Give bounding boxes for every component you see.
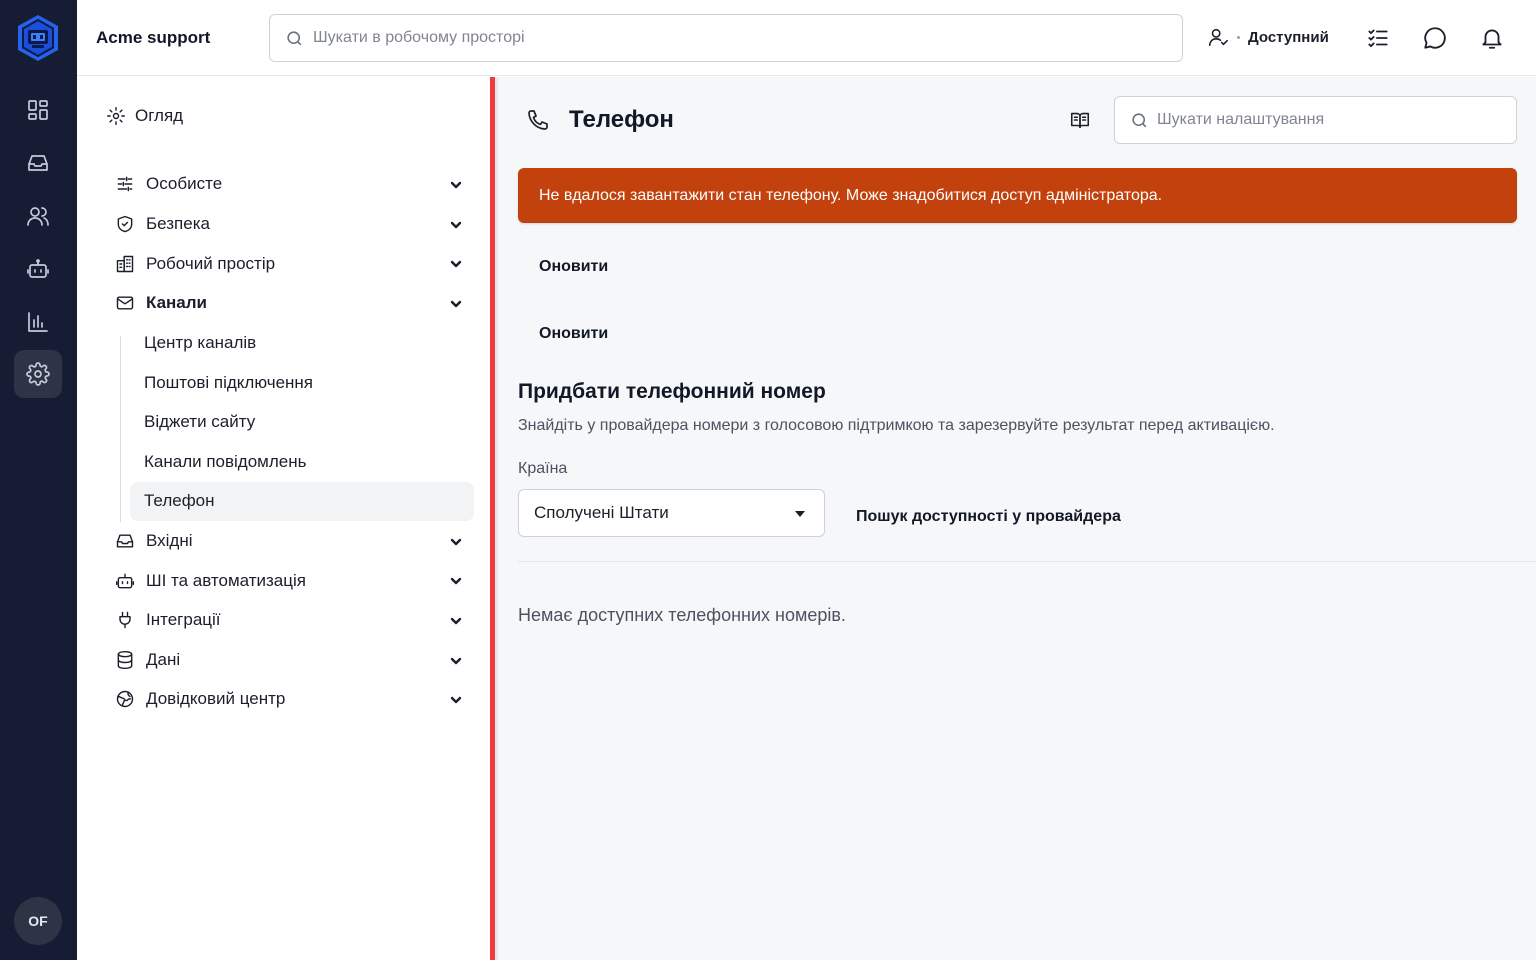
search-icon [287, 31, 302, 46]
nav-group-channels[interactable]: Канали [115, 288, 207, 318]
tasks-button[interactable] [1365, 25, 1391, 51]
docs-button[interactable] [1069, 109, 1091, 131]
nav-group-label: Канали [146, 293, 208, 312]
error-alert-text: Не вдалося завантажити стан телефону. Мо… [539, 186, 1163, 204]
nav-overview[interactable]: Огляд [106, 101, 183, 131]
nav-sub-channel-center[interactable]: Центр каналів [144, 328, 256, 358]
page-title: Телефон [569, 106, 674, 133]
nav-group-personal[interactable]: Особисте [115, 169, 222, 199]
nav-group-ai[interactable]: ШІ та автоматизація [115, 566, 306, 596]
notifications-button[interactable] [1479, 25, 1505, 51]
nav-sub-site-widgets[interactable]: Віджети сайту [144, 407, 255, 437]
nav-group-label: Довідковий центр [146, 689, 286, 708]
section-title: Придбати телефонний номер [518, 380, 826, 403]
country-select[interactable]: Сполучені Штати [518, 489, 825, 537]
nav-group-workspace[interactable]: Робочий простір [115, 249, 275, 279]
sliders-icon [117, 176, 133, 192]
chevron-down-icon[interactable] [449, 257, 463, 271]
nav-group-integrations[interactable]: Інтеграції [115, 605, 221, 635]
section-divider [518, 561, 1536, 562]
analytics-icon [28, 312, 48, 332]
user-icon [1208, 28, 1228, 47]
rail-bot-button[interactable] [14, 245, 62, 293]
nav-group-label: ШІ та автоматизація [146, 571, 306, 590]
nav-group-inboxes[interactable]: Вхідні [115, 526, 193, 556]
section-description: Знайдіть у провайдера номери з голосовою… [518, 417, 1275, 434]
bell-icon [1482, 29, 1502, 49]
nav-group-label: Особисте [146, 174, 223, 193]
building-icon [116, 255, 134, 273]
error-alert: Не вдалося завантажити стан телефону. Мо… [518, 168, 1517, 223]
app-logo-icon[interactable] [16, 14, 60, 62]
workspace-search[interactable] [269, 14, 1183, 62]
country-select-value: Сполучені Штати [534, 503, 669, 522]
mail-icon [116, 296, 134, 310]
caret-down-icon [795, 511, 805, 517]
country-label: Країна [518, 460, 568, 477]
chevron-down-icon[interactable] [449, 178, 463, 192]
nav-group-label: Безпека [146, 214, 210, 233]
gear-icon [106, 106, 126, 126]
nav-sub-phone[interactable]: Телефон [144, 486, 215, 516]
app-rail: OF [0, 0, 77, 960]
rail-settings-button[interactable] [14, 350, 62, 398]
nav-group-label: Дані [146, 650, 181, 669]
nav-group-label: Робочий простір [146, 254, 276, 273]
availability-label: Доступний [1248, 28, 1329, 46]
availability-status[interactable]: Доступний [1207, 26, 1329, 48]
phone-icon [526, 108, 550, 132]
separator-dot [1237, 35, 1240, 39]
checklist-icon [1368, 29, 1388, 48]
book-open-icon [1070, 112, 1090, 129]
chat-icon [1424, 27, 1446, 49]
main-content: Телефон Не вдалося завантажити стан теле… [498, 77, 1536, 960]
search-provider-button[interactable]: Пошук доступності у провайдера [856, 508, 1121, 526]
globe-icon [116, 690, 134, 708]
nav-group-label: Вхідні [146, 531, 193, 550]
rail-dashboard-button[interactable] [14, 86, 62, 134]
inbox-icon [116, 534, 134, 548]
settings-search-input[interactable] [1157, 97, 1507, 143]
nav-group-label: Інтеграції [146, 610, 221, 629]
chevron-down-icon[interactable] [449, 218, 463, 232]
dashboard-icon [28, 100, 48, 120]
refresh-button-secondary[interactable]: Оновити [539, 325, 608, 343]
chat-button[interactable] [1422, 25, 1448, 51]
nav-group-security[interactable]: Безпека [115, 209, 210, 239]
submenu-guide [120, 336, 121, 522]
top-bar: Acme support Доступний [77, 0, 1536, 76]
refresh-button[interactable]: Оновити [539, 258, 608, 276]
rail-inbox-button[interactable] [14, 139, 62, 187]
settings-icon [26, 362, 50, 386]
rail-users-button[interactable] [14, 192, 62, 240]
user-avatar[interactable]: OF [14, 897, 62, 945]
bot-icon [27, 259, 49, 278]
nav-sub-mail-connections[interactable]: Поштові підключення [144, 368, 313, 398]
nav-overview-label: Огляд [135, 106, 184, 125]
nav-group-help-center[interactable]: Довідковий центр [115, 684, 285, 714]
users-icon [27, 207, 49, 226]
nav-sub-messaging-channels[interactable]: Канали повідомлень [144, 447, 307, 477]
nav-group-data[interactable]: Дані [115, 645, 180, 675]
database-icon [117, 650, 133, 670]
shield-icon [117, 215, 133, 233]
plug-icon [119, 611, 131, 629]
search-icon [1132, 113, 1147, 128]
chevron-down-icon[interactable] [449, 297, 463, 311]
rail-analytics-button[interactable] [14, 298, 62, 346]
workspace-search-input[interactable] [313, 15, 1163, 61]
workspace-name: Acme support [96, 28, 211, 47]
empty-state: Немає доступних телефонних номерів. [518, 605, 846, 625]
bot-icon [115, 573, 135, 589]
inbox-icon [28, 155, 48, 171]
settings-search[interactable] [1114, 96, 1517, 144]
